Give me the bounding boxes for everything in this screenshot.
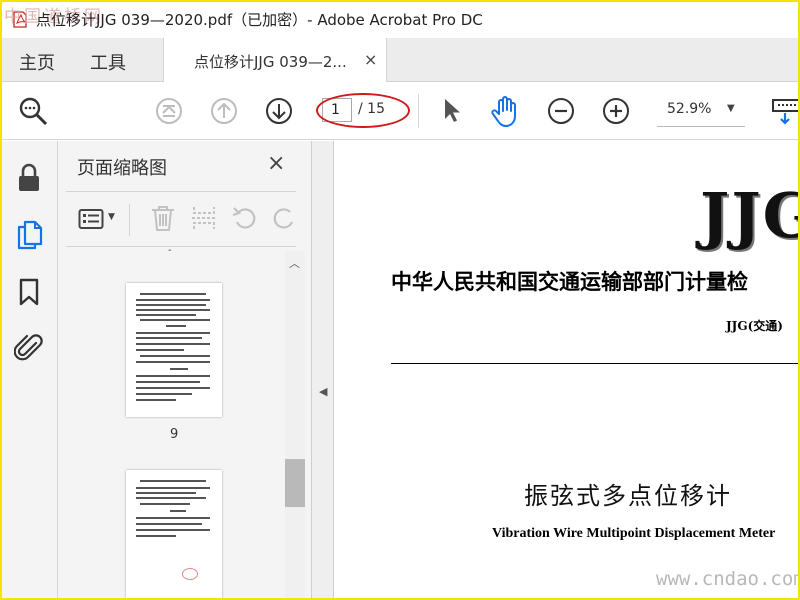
panel-splitter[interactable]: ◀ [312,141,334,600]
pages-icon[interactable] [16,219,44,251]
thumbnail-page-number: 9 [170,427,179,442]
zoom-in-icon[interactable] [602,97,630,125]
attachment-icon[interactable] [14,333,44,363]
collapse-panel-arrow-icon[interactable]: ◀ [319,385,327,398]
bookmark-icon[interactable] [18,277,40,307]
scroll-up-arrow-icon[interactable]: ︿ [289,255,300,271]
panel-title: 页面缩略图 [77,158,167,179]
panel-close-button[interactable]: × [267,151,285,176]
tab-home[interactable]: 主页 [19,49,55,75]
thumbnail-scrollbar[interactable] [285,251,305,600]
document-heading: 中华人民共和国交通运输部部门计量检 [391,269,748,294]
window-title: 点位移计JJG 039—2020.pdf（已加密）- Adobe Acrobat… [36,11,483,29]
thumbnail-options-icon[interactable] [78,208,104,230]
select-arrow-icon[interactable] [441,97,463,125]
panel-tool-divider [129,204,130,236]
heading-rule [391,363,800,364]
extract-pages-icon[interactable] [190,204,218,232]
document-code: JJG(交通) [726,319,783,333]
first-page-icon[interactable] [155,97,183,125]
lock-icon[interactable] [16,163,42,193]
tab-close-button[interactable]: × [364,50,377,69]
tab-tools[interactable]: 工具 [90,49,126,75]
tab-document[interactable]: 点位移计JJG 039—2... × [163,38,387,83]
tab-bar: 主页 工具 点位移计JJG 039—2... × [0,38,800,83]
next-page-icon[interactable] [265,97,293,125]
title-bar: 中国道桥网 点位移计JJG 039—2020.pdf（已加密）- Adobe A… [0,0,800,38]
keyboard-icon[interactable] [770,96,800,128]
hand-icon[interactable] [490,94,522,128]
document-view: JJG 中华人民共和国交通运输部部门计量检 JJG(交通) 振弦式多点位移计 V… [334,141,800,600]
trash-icon[interactable] [150,204,176,232]
rotate-left-icon[interactable] [231,204,259,232]
toolbar: 1 / 15 52.9% ▼ [0,82,800,140]
toolbar-divider [418,94,419,128]
stamp-mark [182,568,198,580]
page-thumbnails-panel: 页面缩略图 × ▼ - 9 ︿ [58,141,312,600]
document-title-english: Vibration Wire Multipoint Displacement M… [492,526,776,541]
left-rail [0,141,58,600]
page-marker: - [168,245,172,256]
document-title-chinese: 振弦式多点位移计 [524,482,732,510]
thumbnail-page-9[interactable] [126,283,222,417]
annotation-ellipse [316,93,410,128]
panel-divider [66,246,296,247]
zoom-out-icon[interactable] [547,97,575,125]
tab-document-label: 点位移计JJG 039—2... [194,53,347,71]
thumbnail-page-10[interactable] [126,470,222,600]
panel-toolbar: ▼ [66,192,296,246]
chevron-down-icon[interactable]: ▼ [108,212,115,222]
chevron-down-icon[interactable]: ▼ [727,103,735,114]
site-watermark: www.cndao.com [656,568,800,590]
rotate-right-icon[interactable] [272,204,298,232]
search-zoom-icon[interactable] [17,95,49,127]
jjg-logo: JJG [700,179,800,252]
previous-page-icon[interactable] [210,97,238,125]
scrollbar-thumb[interactable] [285,459,305,507]
